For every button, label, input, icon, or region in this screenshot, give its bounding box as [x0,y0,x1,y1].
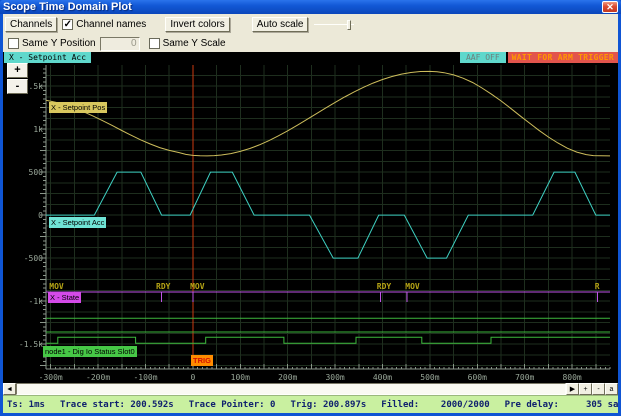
status-trace-start: Trace start: 200.592s [60,400,174,410]
svg-text:700m: 700m [515,373,534,382]
status-trig-time: Trig: 200.897s [290,400,366,410]
svg-text:-100m: -100m [133,373,157,382]
channel-names-label: Channel names [76,19,146,30]
channel-names-checkbox[interactable]: ✓ [62,19,73,30]
svg-text:MOV: MOV [49,282,64,291]
svg-text:-300m: -300m [39,373,63,382]
toolbar-row-1: Channels ✓ Channel names Invert colors A… [5,16,616,33]
scroll-zoom-out-button[interactable]: - [592,383,605,395]
plot-area: -300m -200m -100m 0 100m 200m 300m 400m 500m 600m… [3,63,618,383]
trace-label-setpoint-pos[interactable]: X - Setpoint Pos [49,102,107,113]
svg-text:100m: 100m [231,373,250,382]
auto-icon: a [610,386,614,393]
plot-header: X - Setpoint Acc AAF OFF WAIT FOR ARM TR… [3,52,618,63]
scroll-right-icon: ▶ [570,386,575,393]
svg-text:500: 500 [29,168,44,177]
trace-node1-dig-io-status-slot0 [46,337,610,343]
minus-icon: - [597,386,599,393]
svg-text:R: R [595,282,600,291]
status-filled: Filled: 2000/2000 [381,400,489,410]
invert-colors-button[interactable]: Invert colors [165,17,229,32]
svg-text:-1k: -1k [29,297,44,306]
scroll-left-icon: ◄ [6,386,13,393]
grid [46,65,610,369]
trace-label-dig-io-status[interactable]: node1 - Dig Io Status Slot0 [43,346,137,357]
svg-text:500m: 500m [420,373,439,382]
trace-x-setpoint-pos [46,71,610,155]
scale-slider[interactable] [314,18,354,32]
horizontal-scrollbar: ◄ ▶ + - a [3,383,618,395]
same-y-position-label: Same Y Position [22,38,96,49]
svg-text:600m: 600m [468,373,487,382]
y-tick-labels: 1.5k1k5000-500-1k-1.5k [19,82,43,349]
zoom-in-button[interactable]: + [7,63,28,78]
close-button[interactable]: ✕ [602,1,618,13]
svg-text:800m: 800m [562,373,581,382]
svg-text:-1.5k: -1.5k [19,340,43,349]
svg-text:1k: 1k [33,125,43,134]
slider-handle[interactable] [347,20,351,30]
client-area: Channels ✓ Channel names Invert colors A… [3,14,618,413]
auto-scale-button[interactable]: Auto scale [252,17,309,32]
status-bar: Ts: 1ms Trace start: 200.592s Trace Pointe… [3,395,618,413]
status-ts: Ts: 1ms [7,400,45,410]
state-event-labels: MOV RDY MOV RDY MOV R [49,282,600,291]
x-tick-labels: -300m -200m -100m 0 100m 200m 300m 400m 500m 600m… [39,373,582,382]
scroll-auto-button[interactable]: a [605,383,618,395]
toolbar-row-2: Same Y Position Same Y Scale [5,35,616,52]
close-icon: ✕ [606,2,614,12]
channels-button[interactable]: Channels [5,17,57,32]
aaf-status-badge: AAF OFF [460,52,506,63]
svg-text:300m: 300m [325,373,344,382]
svg-text:-200m: -200m [86,373,110,382]
plus-icon: + [583,386,587,393]
svg-text:200m: 200m [278,373,297,382]
scroll-zoom-in-button[interactable]: + [579,383,592,395]
trace-label-state[interactable]: X - State [48,292,81,303]
plot-header-spacer [91,52,460,63]
trace-label-setpoint-acc[interactable]: X - Setpoint Acc [49,217,106,228]
status-trace-pointer: Trace Pointer: 0 [189,400,276,410]
scrollbar-track[interactable] [16,383,566,395]
same-y-scale-label: Same Y Scale [163,38,226,49]
scroll-left-button[interactable]: ◄ [3,383,16,395]
scope-window: Scope Time Domain Plot ✕ Channels ✓ Chan… [0,0,621,416]
titlebar[interactable]: Scope Time Domain Plot ✕ [0,0,621,14]
svg-text:RDY: RDY [156,282,171,291]
status-pre-delay: Pre delay: 305 sam [505,400,618,410]
same-y-position-checkbox[interactable] [8,38,19,49]
svg-text:0: 0 [190,373,195,382]
scroll-right-button[interactable]: ▶ [566,383,579,395]
svg-text:MOV: MOV [405,282,420,291]
trigger-status-badge: WAIT FOR ARM TRIGGER [508,52,618,63]
same-y-scale-checkbox[interactable] [149,38,160,49]
svg-text:400m: 400m [373,373,392,382]
svg-text:-500: -500 [24,254,43,263]
trigger-marker-label: TRIG [191,355,213,366]
svg-text:0: 0 [38,211,43,220]
svg-text:MOV: MOV [190,282,205,291]
same-y-position-input[interactable] [100,37,140,51]
toolbar: Channels ✓ Channel names Invert colors A… [3,14,618,52]
window-title: Scope Time Domain Plot [3,0,602,14]
selected-channel-label: X - Setpoint Acc [4,52,91,63]
svg-text:RDY: RDY [377,282,392,291]
zoom-out-button[interactable]: - [7,79,28,94]
